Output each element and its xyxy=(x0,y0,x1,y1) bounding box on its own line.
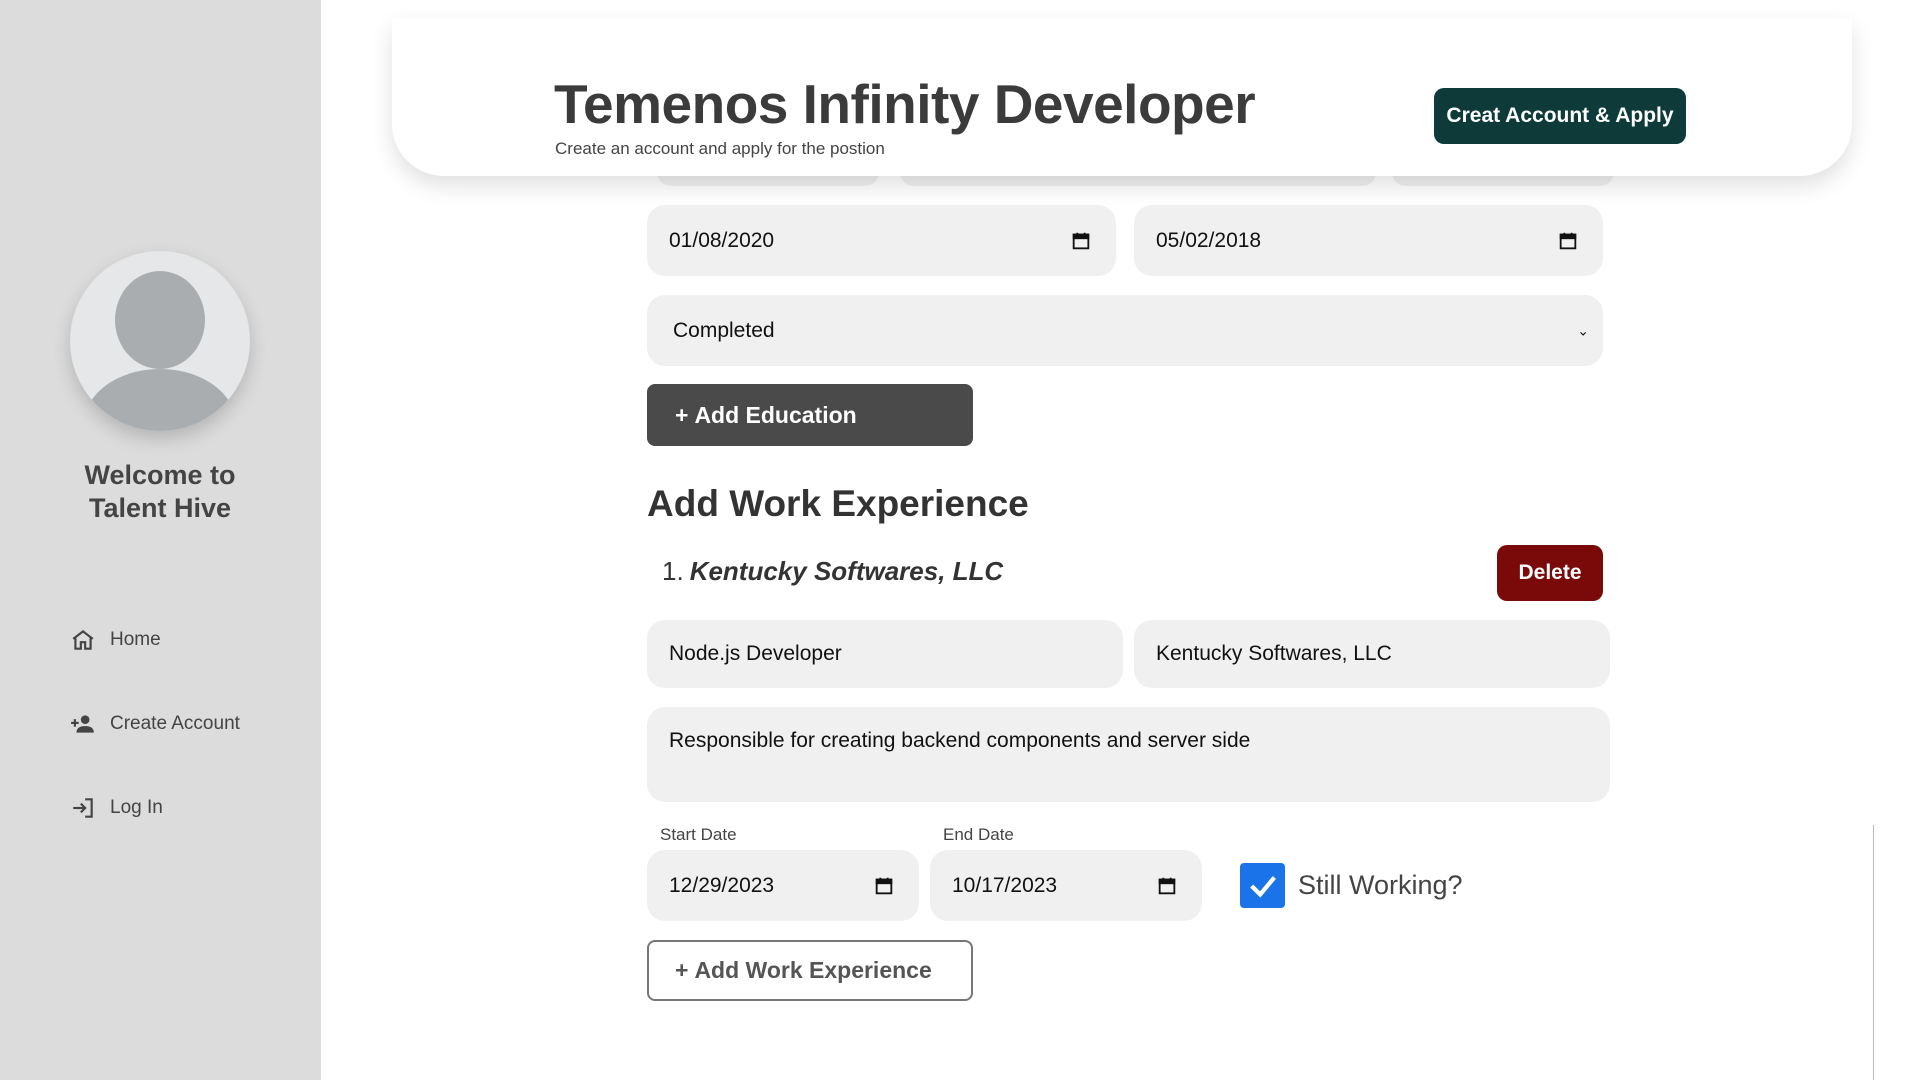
delete-button[interactable]: Delete xyxy=(1497,545,1603,601)
education-status-select[interactable]: Completed ⌄ xyxy=(647,295,1603,366)
avatar-body xyxy=(84,369,236,431)
home-icon xyxy=(72,629,94,650)
section-title: Add Work Experience xyxy=(647,483,1029,524)
select-value: Completed xyxy=(673,318,775,342)
plus-icon: + xyxy=(675,401,689,428)
description-textarea[interactable]: Responsible for creating backend compone… xyxy=(647,707,1610,802)
create-account-apply-button[interactable]: Creat Account & Apply xyxy=(1434,88,1686,144)
add-work-experience-button[interactable]: + Add Work Experience xyxy=(647,940,973,1001)
textarea-value: Responsible for creating backend compone… xyxy=(669,729,1251,752)
login-icon xyxy=(73,798,93,818)
sidebar-item-label: Log In xyxy=(110,797,163,818)
education-end-date-input[interactable]: 05/02/2018 xyxy=(1134,205,1603,276)
date-value: 05/02/2018 xyxy=(1156,228,1262,252)
company-input[interactable]: Kentucky Softwares, LLC xyxy=(1134,620,1610,688)
input-value: Node.js Developer xyxy=(669,642,842,665)
add-education-label: Add Education xyxy=(694,401,857,428)
page-subtitle: Create an account and apply for the post… xyxy=(555,139,885,158)
sidebar: Welcome to Talent Hive Home Create Accou… xyxy=(0,0,321,1080)
sidebar-item-log-in[interactable]: Log In xyxy=(70,795,163,821)
calendar-icon[interactable] xyxy=(1557,230,1579,252)
still-working-label: Still Working? xyxy=(1298,870,1463,900)
plus-icon: + xyxy=(675,957,689,983)
work-start-date-input[interactable]: 12/29/2023 xyxy=(647,850,919,921)
welcome-text: Welcome to Talent Hive xyxy=(40,459,280,525)
sidebar-item-home[interactable]: Home xyxy=(70,627,161,653)
divider xyxy=(1873,825,1874,1080)
experience-number: 1. xyxy=(662,556,684,586)
work-end-date-input[interactable]: 10/17/2023 xyxy=(930,850,1202,921)
add-education-button[interactable]: + Add Education xyxy=(647,384,973,446)
person-add-icon xyxy=(71,715,94,733)
sidebar-item-label: Create Account xyxy=(110,713,240,734)
sidebar-item-create-account[interactable]: Create Account xyxy=(70,711,240,737)
welcome-line-1: Welcome to xyxy=(84,460,236,490)
still-working-checkbox[interactable] xyxy=(1240,863,1285,908)
date-value: 10/17/2023 xyxy=(952,873,1058,897)
chevron-down-icon: ⌄ xyxy=(1577,322,1589,338)
date-value: 01/08/2020 xyxy=(669,228,775,252)
job-title-input[interactable]: Node.js Developer xyxy=(647,620,1123,688)
calendar-icon[interactable] xyxy=(1156,875,1178,897)
experience-company-heading: Kentucky Softwares, LLC xyxy=(689,556,1004,586)
date-value: 12/29/2023 xyxy=(669,873,775,897)
education-start-date-input[interactable]: 01/08/2020 xyxy=(647,205,1116,276)
sidebar-item-label: Home xyxy=(110,629,161,650)
end-date-label: End Date xyxy=(943,825,1014,844)
calendar-icon[interactable] xyxy=(1070,230,1092,252)
checkmark-icon xyxy=(1249,875,1276,898)
avatar-head xyxy=(115,271,205,369)
start-date-label: Start Date xyxy=(660,825,737,844)
add-work-experience-label: Add Work Experience xyxy=(694,957,932,983)
avatar xyxy=(70,251,250,431)
experience-heading: 1. Kentucky Softwares, LLC xyxy=(662,556,1003,587)
welcome-line-2: Talent Hive xyxy=(88,493,232,523)
page-title: Temenos Infinity Developer xyxy=(554,73,1256,135)
calendar-icon[interactable] xyxy=(873,875,895,897)
input-value: Kentucky Softwares, LLC xyxy=(1156,642,1392,665)
